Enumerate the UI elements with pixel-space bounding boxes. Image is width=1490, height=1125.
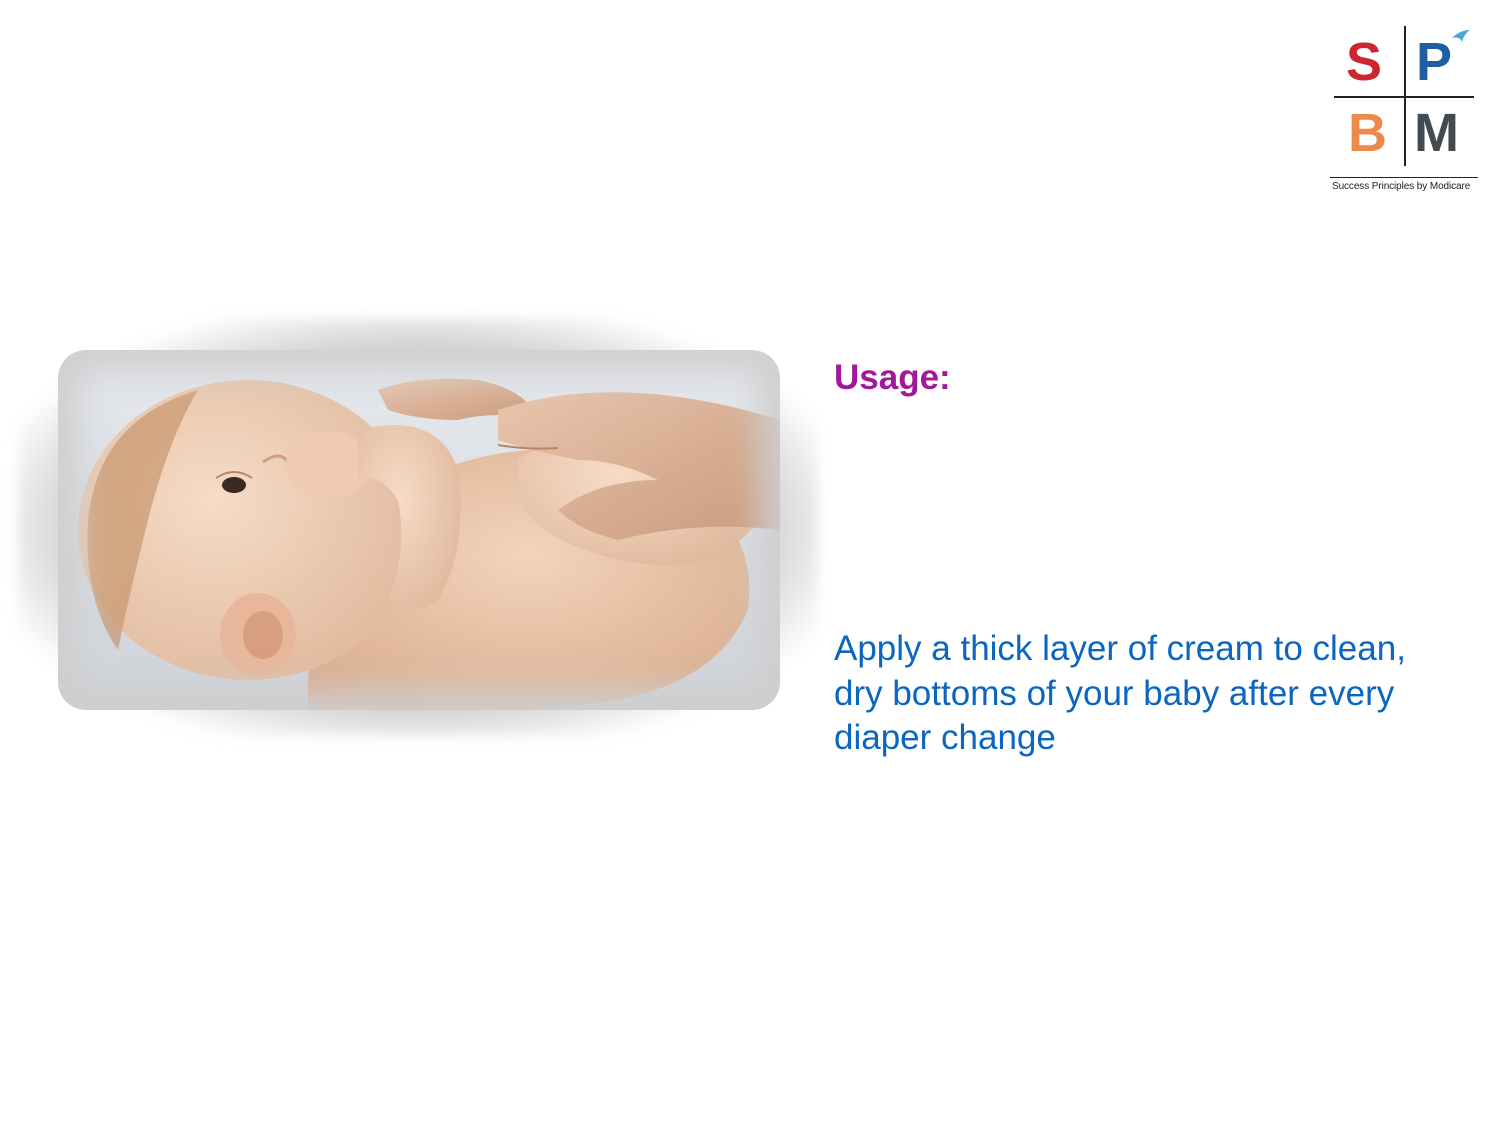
usage-instructions: Apply a thick layer of cream to clean, d…: [834, 629, 1406, 757]
logo-letter-b: B: [1348, 103, 1387, 163]
usage-heading: Usage:: [834, 358, 951, 397]
logo-tagline: Success Principles by Modicare: [1332, 181, 1471, 192]
spbm-logo: S P B M Success Principles by Modicare: [1326, 22, 1480, 194]
baby-photo: [58, 350, 780, 710]
logo-letter-p: P: [1416, 32, 1453, 92]
logo-underline: [1330, 177, 1478, 178]
logo-letter-s: S: [1346, 32, 1383, 92]
logo-letter-m: M: [1414, 103, 1459, 163]
logo-swoosh-icon: [1452, 30, 1470, 42]
logo-horizontal-divider: [1334, 96, 1474, 98]
baby-illustration: [58, 350, 780, 710]
